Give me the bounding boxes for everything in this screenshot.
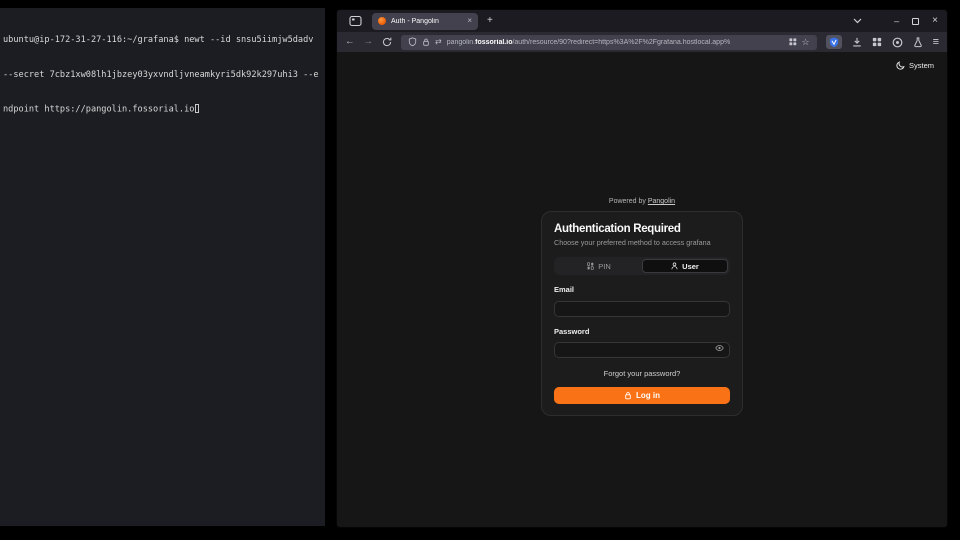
flask-icon — [913, 37, 923, 48]
url-path: /auth/resource/90?redirect=https%3A%2F%2… — [512, 39, 730, 46]
browser-tab-auth-pangolin[interactable]: Auth - Pangolin × — [372, 13, 478, 30]
extensions-button[interactable] — [872, 37, 882, 47]
forward-button[interactable]: → — [364, 37, 374, 47]
terminal-line-text: ndpoint https://pangolin.fossorial.io — [3, 105, 194, 115]
url-text: pangolin.fossorial.io/auth/resource/90?r… — [447, 39, 784, 46]
tab-user[interactable]: User — [642, 259, 728, 273]
new-tab-button[interactable]: + — [487, 16, 493, 26]
bookmark-star-icon[interactable]: ☆ — [802, 38, 810, 47]
window-minimize-button[interactable]: – — [894, 17, 899, 26]
url-prefix: pangolin. — [447, 39, 475, 46]
auth-section: Powered by Pangolin Authentication Requi… — [541, 198, 743, 416]
browser-toolbar: ← → ⇄ pangolin.fossorial.io/auth/resourc… — [337, 32, 947, 52]
list-all-tabs-button[interactable] — [853, 18, 862, 24]
pangolin-link[interactable]: Pangolin — [648, 198, 675, 205]
terminal-line: ubuntu@ip-172-31-27-116:~/grafana$ newt … — [3, 35, 325, 47]
terminal-window[interactable]: ubuntu@ip-172-31-27-116:~/grafana$ newt … — [0, 8, 325, 526]
auth-card-subtitle: Choose your preferred method to access g… — [554, 238, 730, 247]
downloads-button[interactable] — [852, 37, 862, 47]
address-bar[interactable]: ⇄ pangolin.fossorial.io/auth/resource/90… — [401, 35, 817, 50]
browser-tab-bar: Auth - Pangolin × + – × — [337, 10, 947, 32]
email-input-wrap — [554, 298, 730, 317]
email-field[interactable] — [554, 301, 730, 317]
extensions-grid-icon — [872, 37, 882, 47]
forgot-password-link[interactable]: Forgot your password? — [554, 369, 730, 378]
tabbar-right-controls: – × — [853, 16, 938, 26]
tab-to-search-icon: ⇄ — [435, 38, 442, 46]
tab-pin-label: PIN — [598, 262, 611, 271]
powered-by: Powered by Pangolin — [541, 198, 743, 205]
pangolin-favicon-icon — [378, 17, 386, 25]
firefox-view-button[interactable] — [349, 15, 362, 27]
blue-shield-extension-icon — [829, 37, 839, 48]
eye-icon — [715, 344, 724, 352]
moon-icon — [896, 61, 905, 70]
tracking-protection-shield-icon — [408, 37, 417, 47]
terminal-cursor — [195, 104, 199, 113]
shield-extension-button[interactable] — [826, 35, 842, 49]
login-button-label: Log in — [636, 391, 660, 400]
password-field[interactable] — [554, 342, 730, 358]
show-password-toggle[interactable] — [715, 344, 724, 352]
login-lock-icon — [624, 391, 632, 400]
login-button[interactable]: Log in — [554, 387, 730, 404]
terminal-line: --secret 7cbz1xw08lh1jbzey03yxvndljvneam… — [3, 70, 325, 82]
theme-toggle[interactable]: System — [896, 61, 934, 70]
password-label: Password — [554, 327, 730, 336]
tab-pin[interactable]: PIN — [556, 259, 642, 273]
toolbar-extension-icons: ≡ — [826, 35, 939, 49]
user-icon — [671, 262, 678, 270]
back-button[interactable]: ← — [345, 37, 355, 47]
auth-method-tabs: PIN User — [554, 257, 730, 275]
browser-window: Auth - Pangolin × + – × ← → — [337, 10, 947, 527]
page-content: System Powered by Pangolin Authenticatio… — [337, 52, 947, 527]
record-circle-icon — [892, 37, 903, 48]
email-label: Email — [554, 285, 730, 294]
lock-icon — [422, 37, 430, 47]
auth-card-title: Authentication Required — [554, 223, 730, 235]
flask-extension-button[interactable] — [913, 37, 923, 48]
window-maximize-button[interactable] — [912, 18, 919, 25]
password-input-wrap — [554, 340, 730, 359]
reload-button[interactable] — [382, 37, 392, 47]
reload-icon — [382, 37, 392, 47]
auth-card: Authentication Required Choose your pref… — [541, 211, 743, 416]
containers-grid-icon[interactable] — [789, 38, 797, 46]
url-domain: fossorial.io — [475, 39, 512, 46]
record-extension-button[interactable] — [892, 37, 903, 48]
terminal-line: ndpoint https://pangolin.fossorial.io — [3, 104, 325, 116]
powered-by-text: Powered by — [609, 198, 646, 205]
pin-keypad-icon — [587, 262, 594, 270]
firefox-view-icon — [349, 15, 362, 27]
chevron-down-icon — [853, 18, 862, 24]
theme-label: System — [909, 61, 934, 70]
tab-user-label: User — [682, 262, 699, 271]
menu-button[interactable]: ≡ — [933, 37, 939, 48]
download-icon — [852, 37, 862, 47]
tab-title: Auth - Pangolin — [391, 18, 462, 25]
tab-close-icon[interactable]: × — [467, 17, 472, 25]
window-close-button[interactable]: × — [932, 16, 938, 26]
